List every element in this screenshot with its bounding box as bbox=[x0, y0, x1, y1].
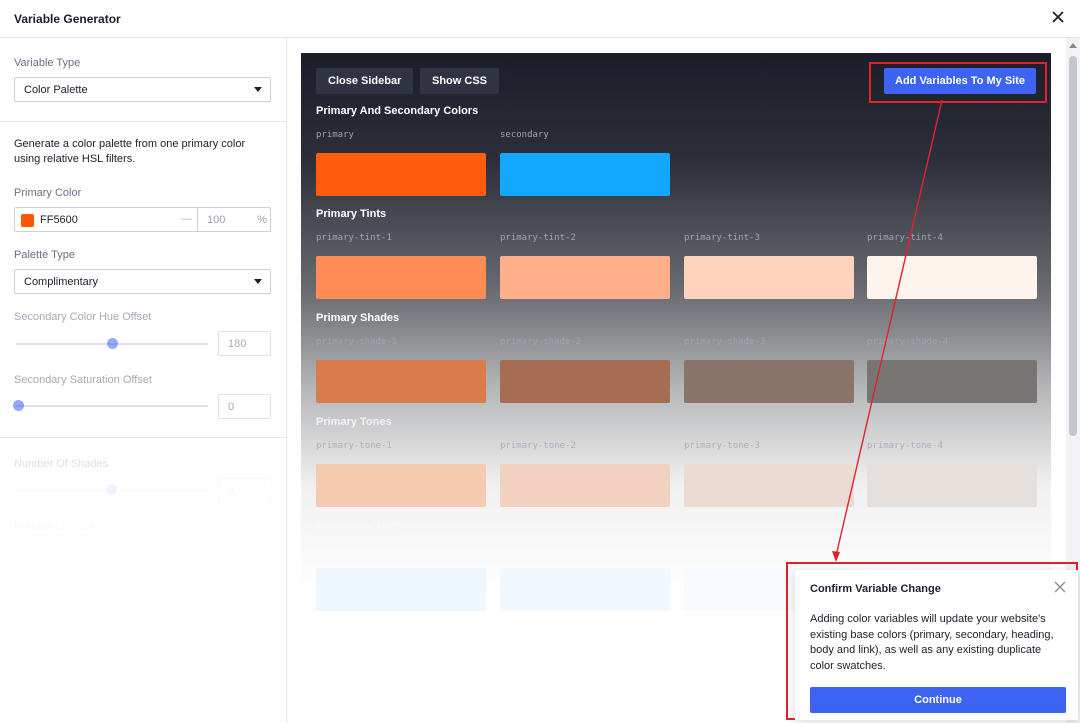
color-swatch[interactable] bbox=[867, 464, 1037, 507]
close-sidebar-button[interactable]: Close Sidebar bbox=[316, 68, 414, 94]
color-swatch[interactable] bbox=[316, 464, 486, 507]
color-swatch[interactable] bbox=[867, 256, 1037, 299]
slider-thumb[interactable] bbox=[13, 400, 24, 411]
swatch-label: primary-tone-1 bbox=[316, 441, 392, 451]
color-swatch[interactable] bbox=[684, 256, 854, 299]
opacity-input[interactable]: 100 % bbox=[197, 208, 271, 231]
dialog-title: Confirm Variable Change bbox=[810, 583, 941, 595]
hue-offset-slider[interactable] bbox=[16, 338, 208, 349]
primary-color-label: Primary Color bbox=[14, 187, 82, 199]
window-title: Variable Generator bbox=[14, 12, 121, 26]
settings-sidebar: Variable Type Color Palette Generate a c… bbox=[0, 38, 287, 723]
palette-preview: Close Sidebar Show CSS Add Variables To … bbox=[301, 53, 1051, 611]
scroll-up-icon[interactable] bbox=[1069, 43, 1077, 48]
swatch-group-title: Primary Tones bbox=[316, 416, 392, 428]
palette-description: Generate a color palette from one primar… bbox=[14, 138, 246, 165]
swatch-label: primary-tone-2 bbox=[500, 441, 576, 451]
close-icon[interactable] bbox=[1053, 580, 1067, 594]
saturation-offset-input[interactable]: 0 bbox=[218, 394, 271, 419]
color-swatch[interactable] bbox=[500, 256, 670, 299]
color-swatch[interactable] bbox=[316, 568, 486, 611]
swatch-label: primary-shade-2 bbox=[500, 337, 582, 347]
add-variables-button[interactable]: Add Variables To My Site bbox=[884, 68, 1036, 94]
palette-type-value: Complimentary bbox=[24, 276, 98, 288]
swatch-label: secondary bbox=[500, 130, 549, 140]
palette-type-label: Palette Type bbox=[14, 249, 75, 261]
swatch-label: primary-shade-3 bbox=[684, 337, 766, 347]
variable-type-label: Variable Type bbox=[14, 57, 81, 69]
swatch-label: primary-tone-3 bbox=[684, 441, 760, 451]
saturation-offset-label: Secondary Saturation Offset bbox=[14, 374, 152, 386]
swatch-label: primary bbox=[316, 130, 354, 140]
swatch-label: primary-shade-4 bbox=[867, 337, 949, 347]
slider-thumb[interactable] bbox=[106, 484, 117, 495]
shades-input[interactable]: 4 bbox=[218, 478, 271, 503]
continue-button[interactable]: Continue bbox=[810, 687, 1066, 713]
variable-type-value: Color Palette bbox=[24, 84, 88, 96]
percent-unit: % bbox=[257, 214, 267, 226]
variable-type-section: Variable Type Color Palette bbox=[0, 38, 286, 122]
scrollbar-thumb[interactable] bbox=[1069, 56, 1077, 436]
swatch-label: primary-tone-4 bbox=[867, 441, 943, 451]
chevron-down-icon bbox=[254, 87, 262, 92]
sidebar-fade-overlay bbox=[0, 428, 286, 723]
swatch-group-title: Primary Shades bbox=[316, 312, 400, 324]
dialog-message: Adding color variables will update your … bbox=[810, 613, 1054, 672]
show-css-button[interactable]: Show CSS bbox=[420, 68, 500, 94]
hue-offset-label: Secondary Color Hue Offset bbox=[14, 311, 152, 323]
color-swatch[interactable] bbox=[684, 360, 854, 403]
primary-color-field[interactable]: FF5600 — 100 % bbox=[14, 207, 271, 232]
variable-type-select[interactable]: Color Palette bbox=[14, 77, 271, 102]
color-swatch[interactable] bbox=[316, 153, 486, 196]
opacity-value: 100 bbox=[207, 214, 226, 226]
shades-slider[interactable] bbox=[16, 484, 208, 495]
field-separator: — bbox=[181, 213, 192, 225]
color-swatch[interactable] bbox=[867, 360, 1037, 403]
color-swatch[interactable] bbox=[500, 360, 670, 403]
color-swatch[interactable] bbox=[500, 464, 670, 507]
swatch-label: primary-tint-3 bbox=[684, 233, 760, 243]
tints-label: Number Of Tints bbox=[14, 521, 95, 533]
color-swatch[interactable] bbox=[500, 153, 670, 196]
swatch-label: primary-tint-2 bbox=[500, 233, 576, 243]
slider-thumb[interactable] bbox=[107, 338, 118, 349]
swatch-label: primary-tint-1 bbox=[316, 233, 392, 243]
color-swatch[interactable] bbox=[316, 360, 486, 403]
swatch-group-title: Primary And Secondary Colors bbox=[316, 105, 479, 117]
shades-label: Number Of Shades bbox=[14, 458, 109, 470]
color-swatch[interactable] bbox=[684, 464, 854, 507]
close-icon[interactable] bbox=[1048, 7, 1068, 27]
variable-generator-app: Variable Generator Variable Type Color P… bbox=[0, 0, 1080, 723]
primary-color-swatch[interactable] bbox=[21, 214, 34, 227]
color-swatch[interactable] bbox=[316, 256, 486, 299]
swatch-group-title: Secondary Tints bbox=[316, 520, 402, 532]
palette-type-select[interactable]: Complimentary bbox=[14, 269, 271, 294]
window-titlebar: Variable Generator bbox=[0, 0, 1080, 38]
swatch-label: primary-shade-1 bbox=[316, 337, 398, 347]
primary-color-hex: FF5600 bbox=[40, 214, 78, 226]
swatch-group-title: Primary Tints bbox=[316, 208, 387, 220]
saturation-offset-slider[interactable] bbox=[13, 400, 208, 411]
confirm-dialog: Confirm Variable Change Adding color var… bbox=[795, 570, 1078, 720]
color-swatch[interactable] bbox=[500, 568, 670, 611]
swatch-label: primary-tint-4 bbox=[867, 233, 943, 243]
hue-offset-input[interactable]: 180 bbox=[218, 331, 271, 356]
chevron-down-icon bbox=[254, 279, 262, 284]
